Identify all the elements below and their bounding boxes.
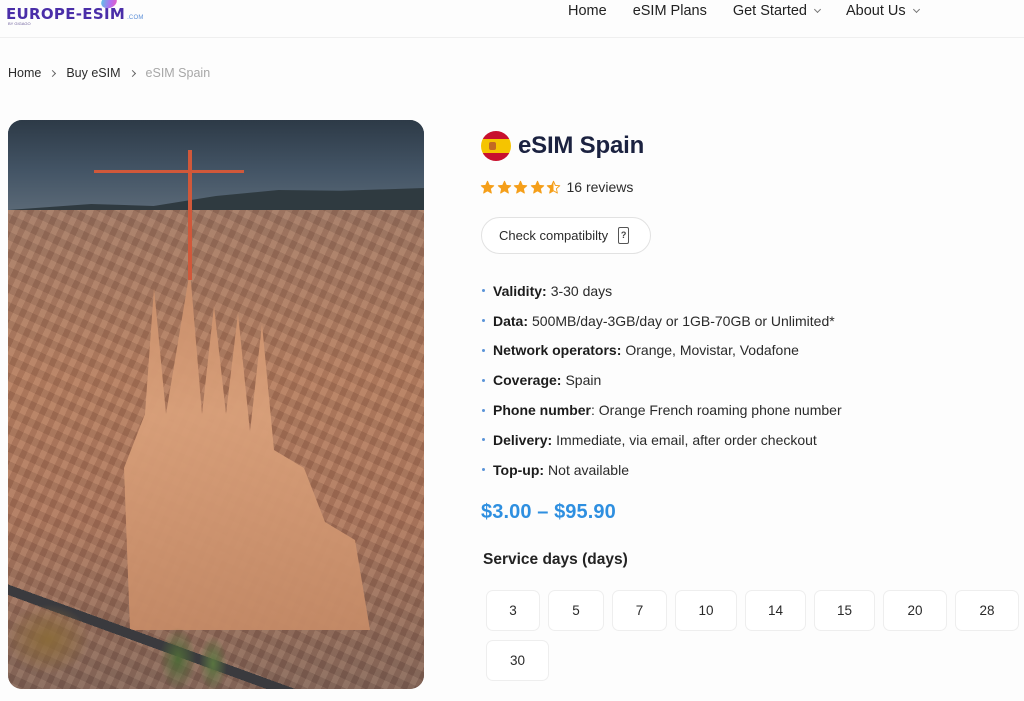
star-half-icon [546,180,561,195]
service-days-option-7[interactable]: 7 [612,590,667,631]
bullet-icon [482,438,485,442]
spec-value: Spain [565,372,602,389]
image-foreground [8,579,424,689]
chevron-down-icon [813,5,822,13]
star-full-icon [513,180,528,195]
spec-value: 3-30 days [550,282,613,299]
star-full-icon [530,180,545,195]
spec-top-up: Top-up: Not available [481,455,842,485]
chevron-right-icon [128,69,136,77]
service-days-option-20[interactable]: 20 [883,590,947,631]
chevron-right-icon [49,69,57,77]
spec-label: Coverage: [493,372,562,389]
image-crane-jib [94,170,244,173]
service-days-option-5[interactable]: 5 [548,590,604,631]
bullet-icon [482,289,485,293]
logo-byline: BY GIGAGO [8,21,31,26]
bullet-icon [482,319,485,323]
chevron-down-icon [912,5,920,13]
breadcrumb: Home Buy eSIM eSIM Spain [8,66,210,80]
spec-value: : Orange French roaming phone number [591,402,842,419]
check-compatibility-label: Check compatibilty [499,228,609,243]
nav-home[interactable]: Home [568,3,607,19]
product-image[interactable] [8,120,424,689]
service-days-label: Service days (days) [483,551,628,568]
spec-label: Validity: [493,282,547,299]
spain-flag-icon [481,131,511,161]
reviews-link[interactable]: 16 reviews [567,179,634,195]
bullet-icon [482,408,485,412]
check-compatibility-button[interactable]: Check compatibilty ? [481,217,651,254]
service-days-option-14[interactable]: 14 [745,590,806,631]
spec-network-operators: Network operators: Orange, Movistar, Voda… [481,336,842,366]
logo-text: EUROPE-ESIM [6,5,126,23]
service-days-option-28[interactable]: 28 [955,590,1019,631]
star-rating [480,180,563,195]
breadcrumb-current: eSIM Spain [145,66,211,80]
service-days-option-10[interactable]: 10 [675,590,737,631]
product-specs: Validity: 3-30 days Data: 500MB/day-3GB/da… [481,276,842,485]
nav-esim-plans[interactable]: eSIM Plans [633,3,707,19]
product-title: eSIM Spain [518,132,645,159]
bullet-icon [482,378,485,382]
spec-value: Orange, Movistar, Vodafone [625,342,799,359]
spec-label: Phone number [493,402,592,419]
spec-label: Top-up: [493,461,545,478]
spec-value: Immediate, via email, after order checko… [556,431,817,448]
spec-data: Data: 500MB/day-3GB/day or 1GB-70GB or Un… [481,306,842,336]
product-header: eSIM Spain [481,131,644,161]
nav-get-started-label: Get Started [732,3,807,19]
service-days-option-15[interactable]: 15 [814,590,875,631]
spec-delivery: Delivery: Immediate, via email, after ord… [481,425,842,455]
spec-validity: Validity: 3-30 days [481,276,842,306]
spec-value: 500MB/day-3GB/day or 1GB-70GB or Unlimit… [532,312,835,329]
service-days-option-30[interactable]: 30 [486,640,549,681]
spec-label: Network operators: [493,342,622,359]
spec-coverage: Coverage: Spain [481,365,842,395]
nav-get-started[interactable]: Get Started [732,3,822,19]
bullet-icon [482,348,485,352]
price-range: $3.00 – $95.90 [481,501,616,523]
spec-label: Delivery: [493,431,553,448]
nav-about-us-label: About Us [846,3,906,19]
site-header: EUROPE-ESIM .COM BY GIGAGO Home eSIM Pla… [0,0,1024,38]
star-full-icon [497,180,512,195]
spec-label: Data: [493,312,529,329]
service-days-option-3[interactable]: 3 [486,590,540,631]
spec-value: Not available [548,461,629,478]
star-full-icon [480,180,495,195]
breadcrumb-home[interactable]: Home [8,66,41,80]
site-logo[interactable]: EUROPE-ESIM .COM BY GIGAGO [6,0,144,28]
flag-emblem [489,142,496,150]
breadcrumb-buy-esim[interactable]: Buy eSIM [66,66,120,80]
bullet-icon [482,468,485,472]
phone-question-icon: ? [618,227,630,244]
main-nav: Home eSIM Plans Get Started About Us [568,0,945,22]
logo-domain-suffix: .COM [127,15,144,21]
nav-about-us[interactable]: About Us [846,3,920,19]
nav-esim-plans-label: eSIM Plans [632,3,707,19]
product-rating: 16 reviews [480,179,633,195]
spec-phone-number: Phone number: Orange French roaming phon… [481,395,842,425]
nav-home-label: Home [568,3,607,19]
